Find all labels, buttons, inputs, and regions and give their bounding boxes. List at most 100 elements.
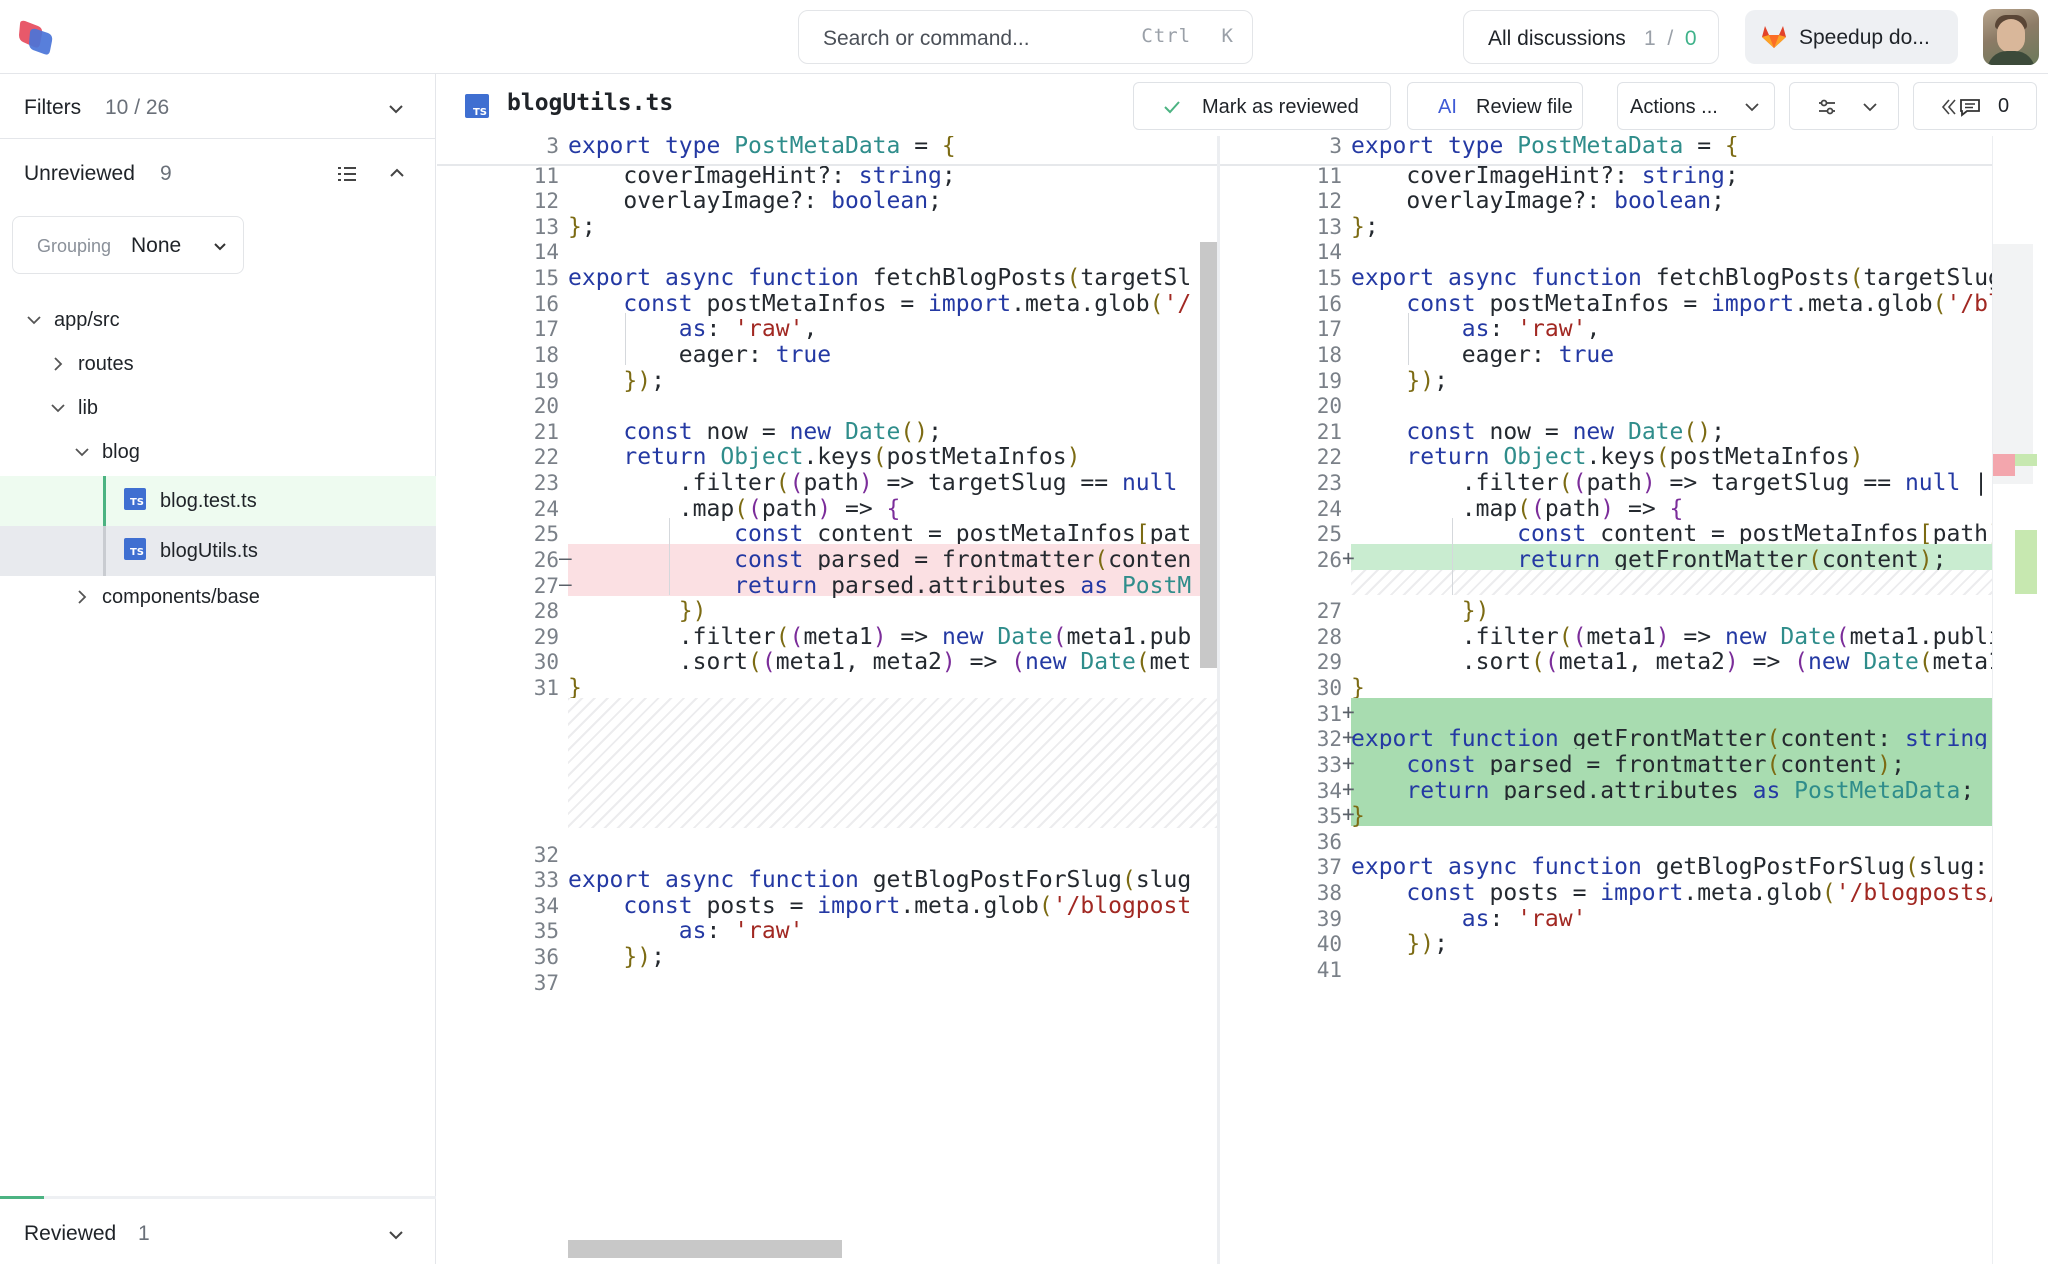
diff-pane-original[interactable]: 10 coverImageUrl: string;11 coverImageHi… <box>437 136 1217 1264</box>
code-line[interactable]: 12 overlayImage?: boolean; <box>1220 185 1992 214</box>
code-line[interactable]: 36 }); <box>437 941 1217 970</box>
diff-padding-placeholder <box>568 697 1217 829</box>
mark-as-reviewed-button[interactable]: Mark as reviewed <box>1133 82 1391 130</box>
code-line[interactable]: 36 <box>1220 826 1992 854</box>
actions-dropdown[interactable]: Actions ... <box>1617 82 1775 130</box>
code-line[interactable]: 21 const now = new Date(); <box>437 416 1217 445</box>
added-code-line[interactable]: 34 + return parsed.attributes as PostMeta… <box>1220 774 1992 804</box>
code-line[interactable]: 15 export async function fetchBlogPosts(t… <box>437 262 1217 291</box>
chevron-down-icon[interactable] <box>385 1224 407 1246</box>
code-line[interactable]: 13}; <box>437 211 1217 240</box>
code-line[interactable]: 17 as: 'raw', <box>1220 313 1992 342</box>
top-bar: Search or command... Ctrl K All discussi… <box>0 0 2048 74</box>
code-line[interactable]: 14 <box>1220 236 1992 264</box>
app-logo-icon[interactable] <box>16 18 56 58</box>
diff-settings-dropdown[interactable] <box>1789 82 1899 130</box>
tree-folder-components-base[interactable]: components/base <box>0 574 436 620</box>
code-line[interactable]: 24 .map((path) => { <box>437 493 1217 522</box>
code-line[interactable]: 22 return Object.keys(postMetaInfos) <box>437 441 1217 470</box>
code-line[interactable]: 22 return Object.keys(postMetaInfos) <box>1220 441 1992 470</box>
deleted-code-line[interactable]: 26– const parsed = frontmatter(conten <box>437 543 1217 573</box>
comments-panel-button[interactable]: 0 <box>1913 82 2037 130</box>
list-view-icon[interactable] <box>336 163 358 185</box>
code-line[interactable]: 15 export async function fetchBlogPosts(t… <box>1220 262 1992 291</box>
unreviewed-label: Unreviewed <box>24 162 135 185</box>
diff-pane-modified[interactable]: 10 coverImageUrl: string;11 coverImageHi… <box>1220 136 1992 1264</box>
code-line[interactable]: 24 .map((path) => { <box>1220 493 1992 522</box>
code-line[interactable]: 16 const postMetaInfos = import.meta.glo… <box>1220 288 1992 317</box>
merge-request-button[interactable]: Speedup do... <box>1745 10 1958 64</box>
code-line[interactable]: 32 <box>437 839 1217 867</box>
code-line[interactable]: 14 <box>437 236 1217 264</box>
diff-overview-ruler[interactable] <box>1992 136 2048 1264</box>
left-pane-horizontal-scrollbar[interactable] <box>568 1240 842 1258</box>
filters-count: 10 / 26 <box>105 96 170 119</box>
grouping-select[interactable]: Grouping None <box>12 216 244 274</box>
code-line[interactable]: 18 eager: true <box>437 339 1217 368</box>
ai-review-file-button[interactable]: AI Review file <box>1407 82 1583 130</box>
command-search[interactable]: Search or command... Ctrl K <box>798 10 1253 64</box>
code-line[interactable]: 20 <box>1220 390 1992 418</box>
chevron-down-icon <box>214 243 226 251</box>
code-line[interactable]: 39 as: 'raw' <box>1220 903 1992 932</box>
code-line[interactable]: 17 as: 'raw', <box>437 313 1217 342</box>
code-line[interactable]: 38 const posts = import.meta.glob('/blog… <box>1220 877 1992 906</box>
unreviewed-header[interactable]: Unreviewed 9 <box>0 139 436 209</box>
sticky-scroll-header[interactable]: 3 export type PostMetaData = { <box>1220 136 1992 166</box>
code-line[interactable]: 28 }) <box>437 595 1217 624</box>
code-line[interactable]: 29 .filter((meta1) => new Date(meta1.pub <box>437 621 1217 650</box>
left-pane-scrollbar[interactable] <box>1200 242 1217 668</box>
code-line[interactable]: 23 .filter((path) => targetSlug == null … <box>1220 467 1992 496</box>
search-shortcut: Ctrl K <box>1141 25 1234 47</box>
code-line[interactable]: 23 .filter((path) => targetSlug == null <box>437 467 1217 496</box>
all-discussions-button[interactable]: All discussions 1 / 0 <box>1463 10 1719 64</box>
added-code-line[interactable]: 26 + return getFrontMatter(content); <box>1220 543 1992 573</box>
code-line[interactable]: 20 <box>437 390 1217 418</box>
grouping-label: Grouping <box>37 236 112 256</box>
code-line[interactable]: 30} <box>1220 672 1992 701</box>
tree-folder-app-src[interactable]: app/src <box>0 297 436 343</box>
code-line[interactable]: 37 <box>437 967 1217 995</box>
sticky-scroll-header[interactable]: 3 export type PostMetaData = { <box>437 136 1217 166</box>
tree-file-blog-test[interactable]: TS blog.test.ts <box>0 476 436 526</box>
code-line[interactable]: 12 overlayImage?: boolean; <box>437 185 1217 214</box>
chevron-down-icon <box>1863 103 1877 112</box>
code-line[interactable]: 19 }); <box>437 365 1217 394</box>
user-avatar[interactable] <box>1983 9 2039 65</box>
deleted-code-line[interactable]: 27– return parsed.attributes as PostM <box>437 569 1217 599</box>
code-line[interactable]: 27 }) <box>1220 595 1992 624</box>
added-code-line[interactable]: 31 + <box>1220 697 1992 726</box>
code-line[interactable]: 16 const postMetaInfos = import.meta.glo… <box>437 288 1217 317</box>
code-line[interactable]: 41 <box>1220 954 1992 982</box>
indent-guide <box>1452 518 1453 596</box>
added-code-line[interactable]: 35 +} <box>1220 800 1992 829</box>
code-line[interactable]: 40 }); <box>1220 928 1992 957</box>
code-line[interactable]: 18 eager: true <box>1220 339 1992 368</box>
code-line[interactable]: 30 .sort((meta1, meta2) => (new Date(met <box>437 646 1217 675</box>
tree-folder-routes[interactable]: routes <box>0 341 436 387</box>
code-line[interactable]: 13}; <box>1220 211 1992 240</box>
code-line[interactable]: 34 const posts = import.meta.glob('/blog… <box>437 890 1217 919</box>
chevron-down-icon <box>51 404 65 413</box>
chevron-down-icon <box>27 316 41 325</box>
code-line[interactable]: 31} <box>437 672 1217 701</box>
code-line[interactable]: 19 }); <box>1220 365 1992 394</box>
tree-folder-lib[interactable]: lib <box>0 385 436 431</box>
tree-folder-blog[interactable]: blog <box>0 429 436 475</box>
reviewed-count: 1 <box>138 1222 150 1245</box>
reviewed-header[interactable]: Reviewed 1 <box>0 1199 436 1264</box>
code-line[interactable]: 29 .sort((meta1, meta2) => (new Date(met… <box>1220 646 1992 675</box>
chevron-down-icon[interactable] <box>385 98 407 120</box>
chevron-up-icon[interactable] <box>386 162 408 184</box>
added-code-line[interactable]: 32 + export function getFrontMatter(conten… <box>1220 723 1992 752</box>
code-line[interactable]: 37 export async function getBlogPostForSl… <box>1220 851 1992 880</box>
tree-file-blogutils[interactable]: TS blogUtils.ts <box>0 526 436 576</box>
code-line[interactable]: 25 const content = postMetaInfos[path] <box>1220 518 1992 547</box>
code-line[interactable]: 28 .filter((meta1) => new Date(meta1.pub… <box>1220 621 1992 650</box>
filters-row[interactable]: Filters 10 / 26 <box>0 74 436 138</box>
code-line[interactable]: 33 export async function getBlogPostForSl… <box>437 864 1217 893</box>
code-line[interactable]: 21 const now = new Date(); <box>1220 416 1992 445</box>
added-code-line[interactable]: 33 + const parsed = frontmatter(content); <box>1220 748 1992 778</box>
code-line[interactable]: 25 const content = postMetaInfos[pat <box>437 518 1217 547</box>
code-line[interactable]: 35 as: 'raw' <box>437 915 1217 944</box>
